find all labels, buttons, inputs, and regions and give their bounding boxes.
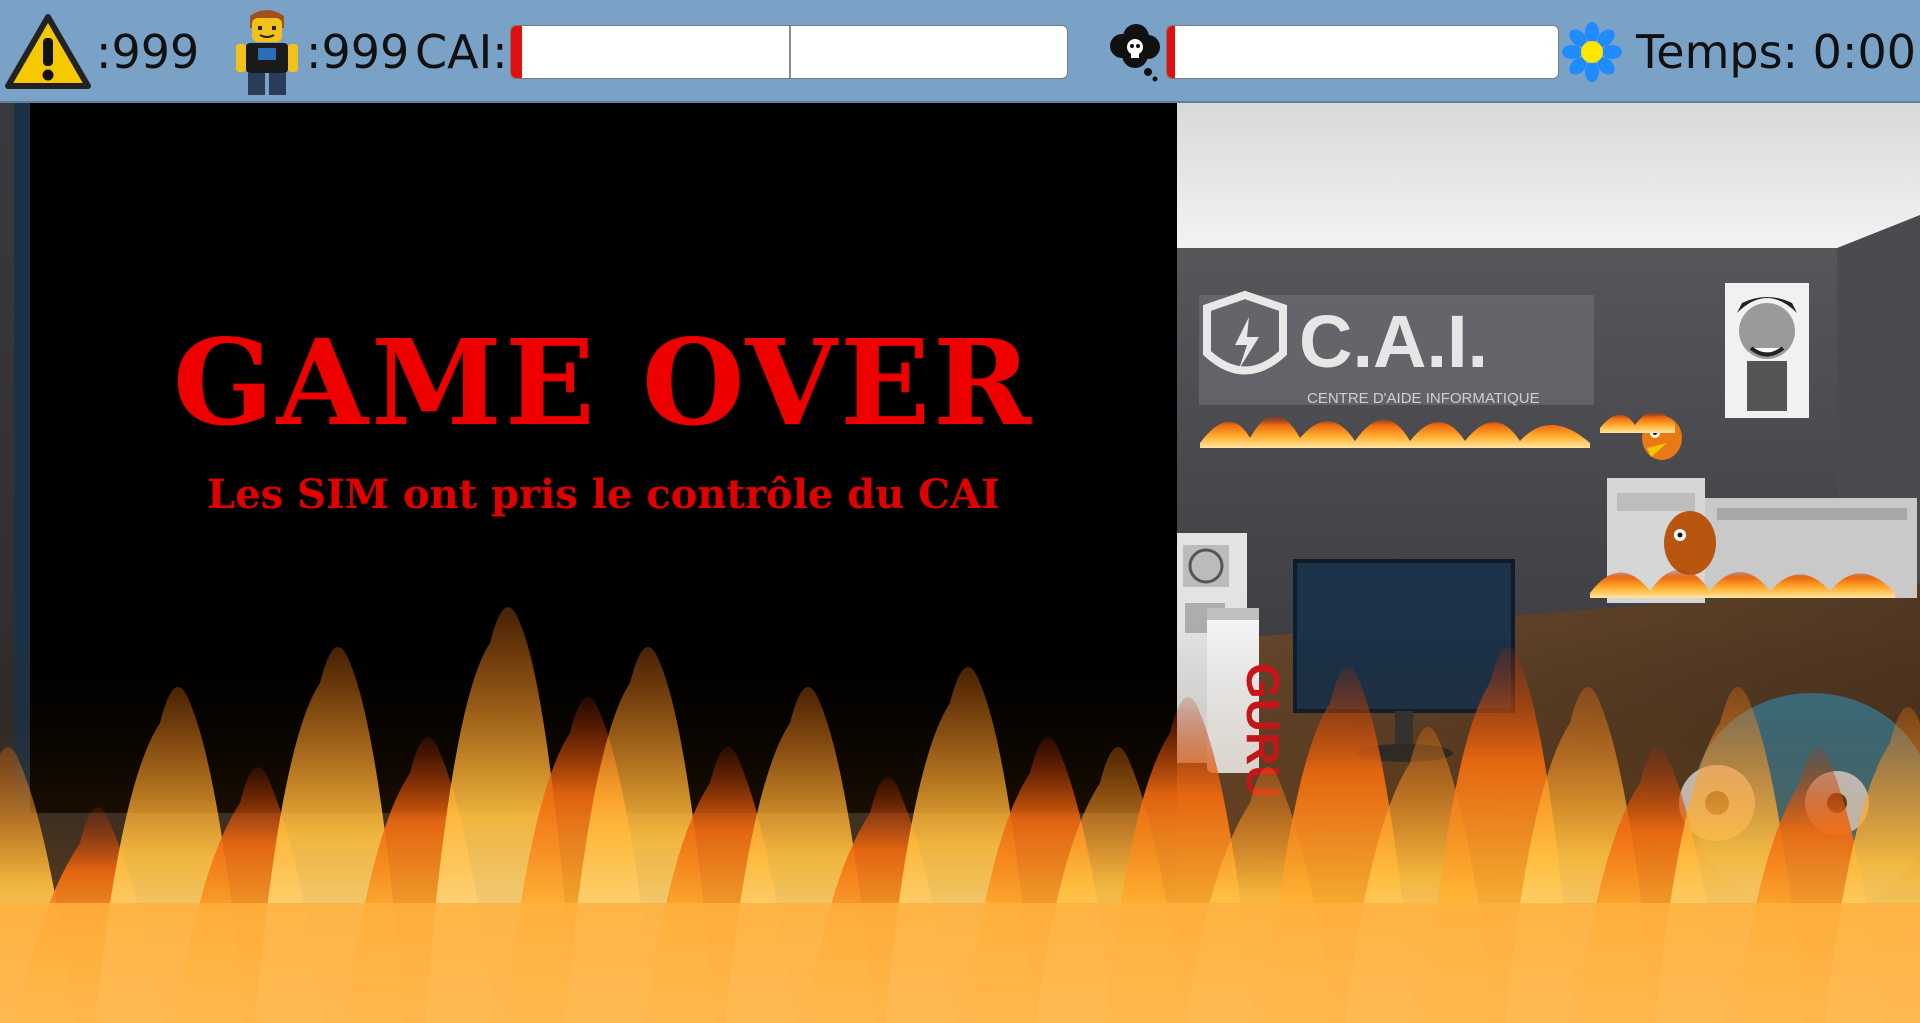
- office-room: C.A.I. CENTRE D'AIDE INFORMATIQUE GURU: [1177, 103, 1920, 1023]
- players-count: :999: [306, 24, 410, 79]
- game-over-panel: [30, 103, 1177, 813]
- timer-text: Temps: 0:00: [1636, 24, 1916, 79]
- poster: [1725, 283, 1809, 418]
- cai-health-bar-divider: [789, 26, 791, 78]
- threat-indicator: [1108, 0, 1162, 103]
- cai-sign-text: C.A.I.: [1299, 300, 1488, 383]
- game-over-subtitle: Les SIM ont pris le contrôle du CAI: [207, 471, 1000, 518]
- threat-level-fill: [1167, 26, 1175, 78]
- cai-health-fill: [511, 26, 523, 78]
- cai-sign-subtext: CENTRE D'AIDE INFORMATIQUE: [1307, 390, 1540, 407]
- skull-cloud-icon: [1110, 23, 1160, 81]
- game-over-title: GAME OVER: [172, 313, 1035, 452]
- flower-icon: [1562, 21, 1622, 82]
- ceiling: [1177, 103, 1920, 253]
- timer: Temps: 0:00: [1562, 0, 1916, 103]
- cai-health-label: CAI:: [415, 24, 508, 79]
- game-scene: C.A.I. CENTRE D'AIDE INFORMATIQUE GURU G…: [0, 103, 1920, 1023]
- cai-wall-sign: C.A.I. CENTRE D'AIDE INFORMATIQUE: [1199, 290, 1594, 407]
- can-text: GURU: [1237, 663, 1289, 798]
- hud-bar: :999 :999 CAI: Temps: 0:00: [0, 0, 1920, 103]
- warning-icon: [5, 13, 91, 89]
- threat-level-bar: [1166, 25, 1559, 79]
- cai-health-label-wrap: CAI:: [415, 0, 508, 103]
- avatar-icon: [236, 9, 298, 95]
- alerts-count: :999: [96, 24, 200, 79]
- alerts-counter: :999: [4, 0, 199, 103]
- cai-health-bar: [510, 25, 1068, 79]
- players-counter: :999: [228, 0, 409, 103]
